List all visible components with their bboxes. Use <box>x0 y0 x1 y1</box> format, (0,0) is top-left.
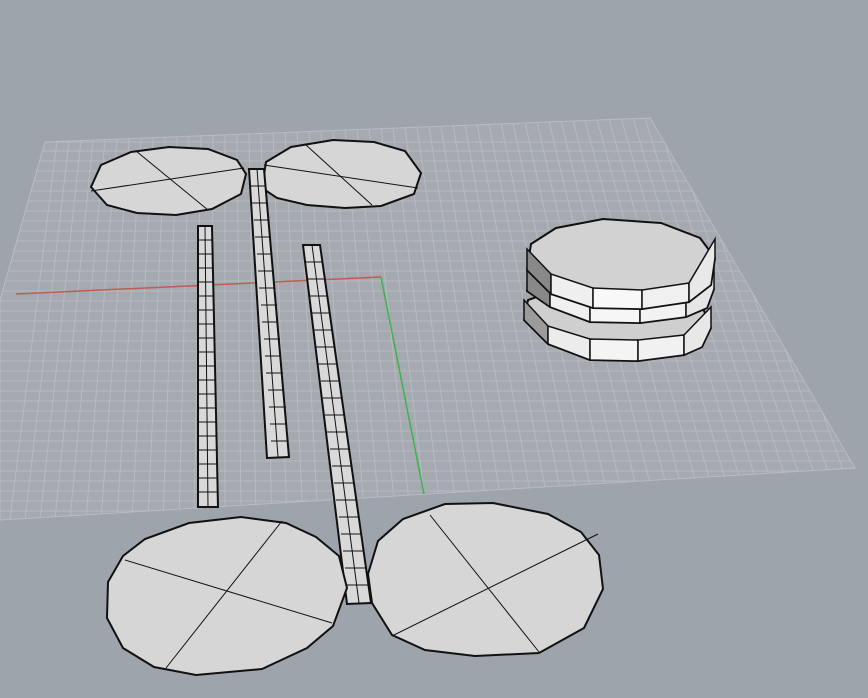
viewport-canvas[interactable] <box>0 0 868 698</box>
upper-right-circle[interactable] <box>260 138 423 210</box>
stacked-disk[interactable] <box>522 217 717 363</box>
lower-right-circle[interactable] <box>366 501 605 658</box>
3d-viewport[interactable] <box>0 0 868 698</box>
